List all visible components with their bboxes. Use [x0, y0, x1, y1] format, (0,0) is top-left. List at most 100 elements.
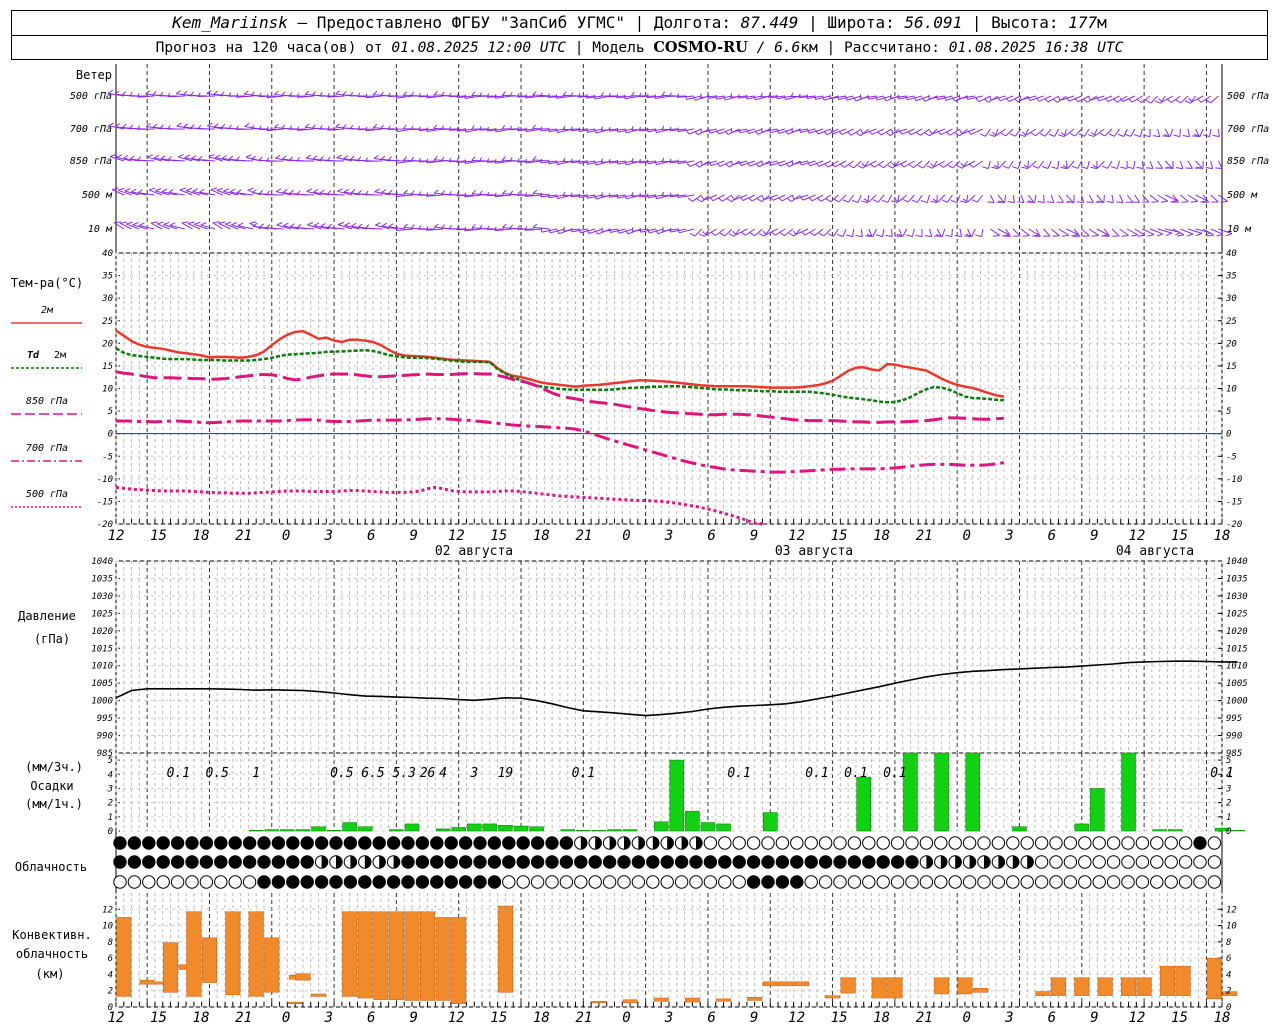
wind-barb-flag: [350, 189, 356, 194]
wind-barb-flag: [169, 222, 176, 226]
y-tick-label-left: 2: [108, 799, 113, 809]
y-tick-label-left: 2: [108, 987, 113, 997]
wind-barb-flag: [344, 222, 351, 226]
wind-barb-flag: [1044, 98, 1049, 103]
wind-barb-flag: [1188, 97, 1193, 103]
hour-tick-label: 3: [1004, 528, 1013, 544]
wind-barb-flag: [617, 229, 620, 234]
wind-barb-flag: [259, 223, 265, 228]
wind-barb-flag: [848, 164, 855, 169]
hour-tick-label: 12: [788, 528, 805, 544]
cloud-cover-symbol: [1020, 875, 1034, 889]
cloud-cover-symbol: [228, 836, 242, 850]
wind-barb-flag: [426, 158, 429, 163]
y-tick-label-right: 3: [1225, 784, 1231, 794]
wind-barb-flag: [131, 188, 137, 193]
convective-bar: [957, 977, 973, 995]
wind-barb: [1081, 228, 1090, 237]
precip-bar: [622, 829, 638, 832]
wind-barb-flag: [1108, 133, 1115, 137]
wind-barb-flag: [701, 195, 705, 201]
wind-barb-flag: [669, 158, 672, 163]
wind-barb-flag: [700, 128, 703, 133]
wind-barb-flag: [924, 132, 931, 137]
wind-barb-flag: [1124, 133, 1131, 137]
precip-bar: [1168, 829, 1183, 832]
cloud-cover-symbol: [876, 875, 890, 889]
wind-barb-flag: [842, 199, 849, 203]
wind-barb-flag: [1022, 235, 1030, 237]
wind-barb-flag: [502, 189, 507, 194]
wind-barb: [236, 128, 254, 131]
wind-barb-flag: [187, 221, 195, 225]
wind-barb-flag: [594, 129, 597, 134]
wind-barb-flag: [877, 131, 882, 136]
precip-bar: [342, 822, 357, 832]
cloud-cover-symbol: [271, 875, 286, 889]
cloud-cover-symbol-half: [998, 855, 1005, 869]
wind-barb-flag: [1091, 234, 1099, 237]
precip-bar: [404, 823, 420, 832]
cloud-cover-symbol: [818, 855, 833, 869]
cloud-cover-symbol: [732, 836, 746, 850]
cloud-cover-symbol: [314, 875, 329, 889]
wind-barb: [1111, 228, 1120, 237]
precip-bar: [498, 825, 513, 832]
wind-barb-flag: [1051, 166, 1058, 170]
hour-tick-label-bottom: 15: [150, 1010, 167, 1024]
cloud-cover-symbol: [242, 855, 257, 869]
cloud-cover-symbol: [142, 875, 156, 889]
wind-barb-flag: [728, 233, 735, 237]
cloud-cover-symbol: [761, 855, 775, 869]
wind-barb-flag: [562, 91, 567, 96]
wind-barb-flag: [365, 93, 368, 98]
legend-t700-label: 700 гПа: [26, 443, 68, 454]
wind-barb-flag: [786, 197, 792, 202]
convective-bar: [310, 993, 327, 997]
cloud-cover-symbol: [833, 875, 847, 889]
wind-barb-flag: [275, 188, 282, 193]
wind-barb-flag: [846, 234, 853, 238]
wind-barb: [212, 222, 224, 230]
cloud-cover-symbol: [962, 836, 977, 850]
wind-barb-flag: [1137, 234, 1145, 237]
wind-barb: [1149, 194, 1159, 203]
precip-bar: [965, 752, 981, 832]
cloud-cover-symbol: [1121, 836, 1135, 850]
wind-barb-flag: [152, 123, 158, 128]
convective-title-1: Конвективн.: [12, 928, 91, 942]
cloud-cover-symbol: [458, 855, 473, 869]
wind-barb-flag: [1110, 166, 1118, 170]
wind-barb-flag: [748, 197, 753, 202]
wind-barb-flag: [380, 155, 386, 160]
wind-barb-flag: [281, 155, 287, 160]
wind-barb-flag: [1000, 132, 1007, 137]
cloud-cover-symbol: [1178, 875, 1193, 889]
wind-barb-flag: [902, 198, 909, 203]
cloud-cover-symbol: [934, 875, 948, 889]
cloud-cover-symbol: [343, 836, 358, 850]
wind-barb-flag: [120, 221, 127, 224]
wind-barb-flag: [1088, 96, 1091, 101]
wind-barb-flag: [403, 124, 407, 130]
cloud-cover-symbol-half: [940, 855, 948, 869]
wind-barb-flag: [319, 189, 325, 194]
wind-barb-flag: [824, 163, 829, 168]
precip-bar: [607, 829, 622, 832]
convective-bar: [825, 995, 841, 999]
precip-bar: [1121, 752, 1136, 832]
wind-barb-flag: [1017, 201, 1025, 204]
cloud-cover-symbol: [242, 875, 257, 889]
wind-barb-flag: [941, 199, 948, 203]
cloud-cover-symbol: [430, 855, 444, 869]
wind-barb-flag: [1120, 166, 1128, 170]
cloud-cover-symbol: [214, 855, 228, 869]
wind-barb-flag: [191, 155, 197, 160]
cloud-cover-symbol: [545, 855, 559, 869]
wind-barb-flag: [327, 190, 332, 195]
wind-barb-flag: [779, 232, 785, 237]
wind-barb-flag: [1136, 166, 1144, 170]
wind-barb-flag: [1014, 98, 1019, 103]
wind-barb-flag: [753, 95, 756, 100]
wind-level-label-right: 700 гПа: [1227, 124, 1269, 135]
